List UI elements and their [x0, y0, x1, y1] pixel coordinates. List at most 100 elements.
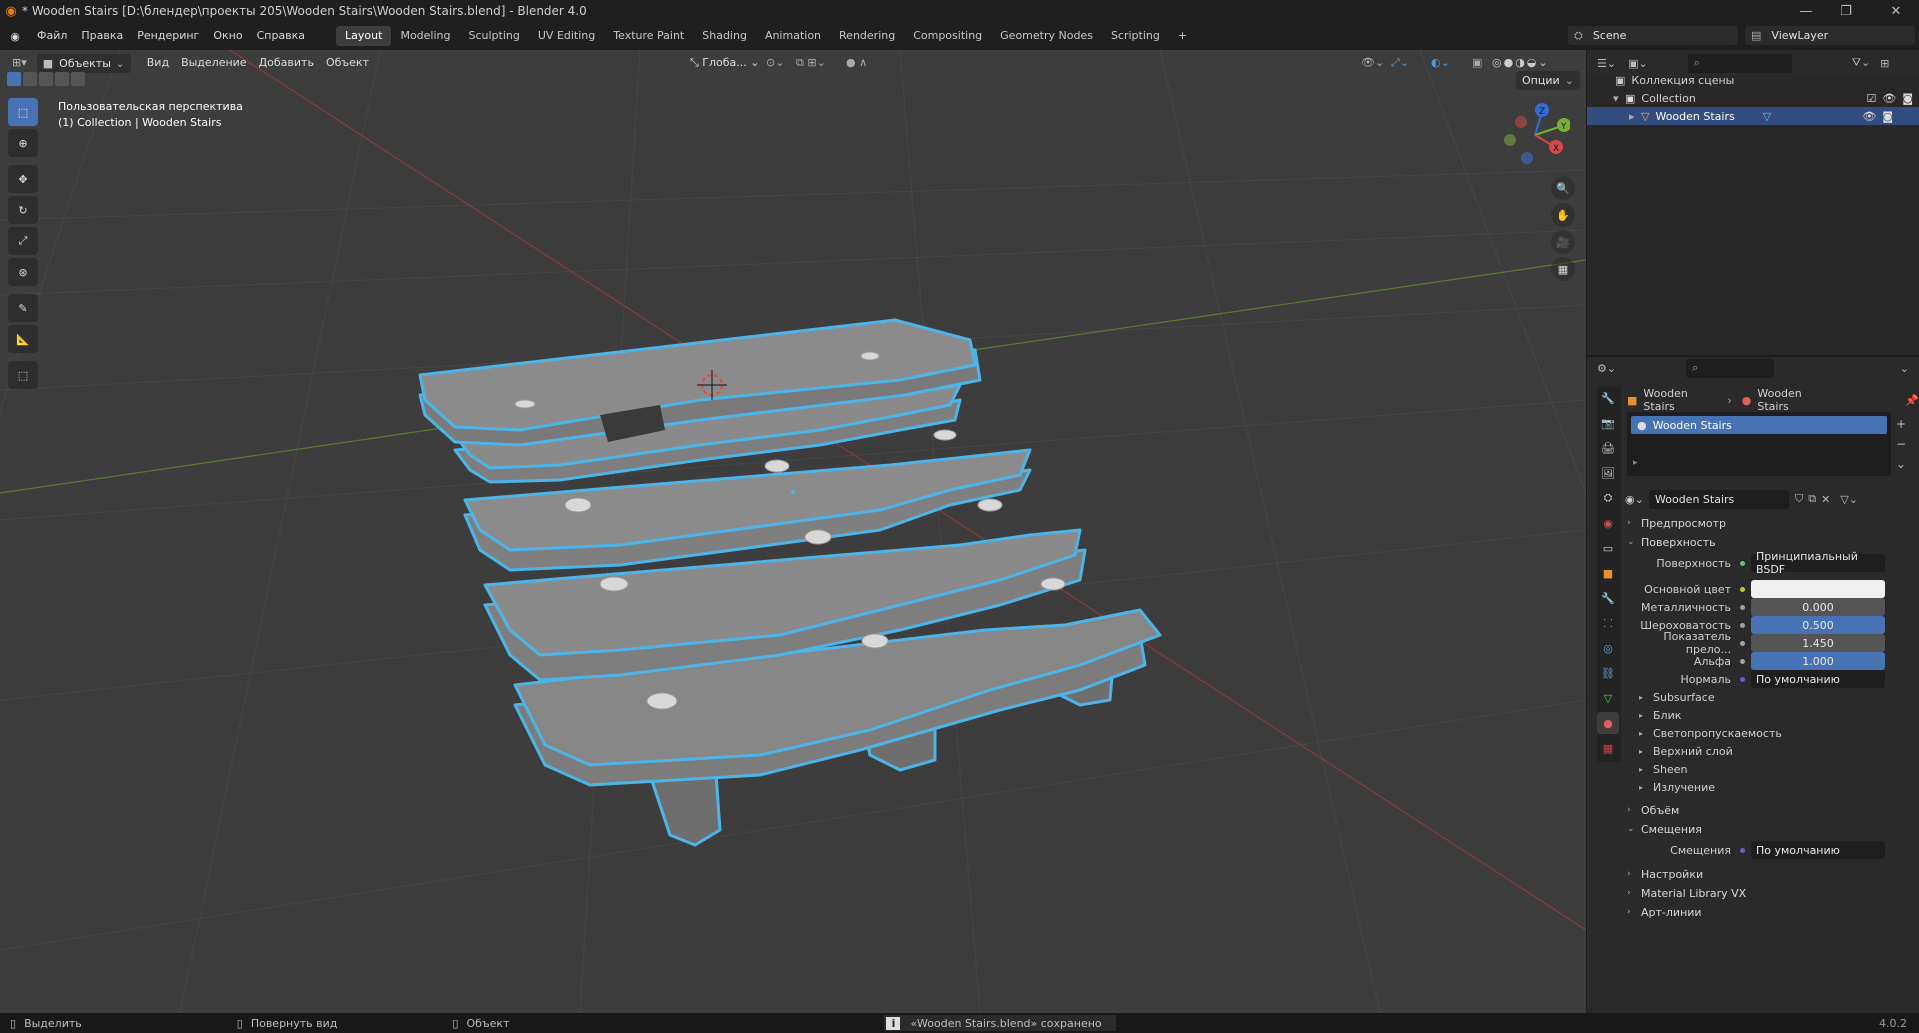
subpanel-subsurface[interactable]: ▸ Subsurface — [1639, 688, 1715, 706]
scene-selector[interactable]: ⛭ Scene — [1568, 26, 1738, 45]
alpha-field[interactable]: 1.000 — [1751, 652, 1885, 670]
outliner-item-collection[interactable]: ▾ ▣ Collection ☑ 👁 ◙ — [1613, 89, 1913, 107]
mode-selector[interactable]: ■ Объекты ⌄ — [36, 53, 131, 73]
tab-texture-paint[interactable]: Texture Paint — [604, 26, 693, 46]
minimize-icon[interactable]: — — [1786, 0, 1826, 22]
material-slot-list[interactable]: ● Wooden Stairs ▸ — [1627, 412, 1891, 476]
menu-add[interactable]: Добавить — [253, 52, 320, 74]
maximize-icon[interactable]: ❐ — [1826, 0, 1866, 22]
output-tab-icon[interactable]: 🖨 — [1597, 437, 1619, 459]
menu-select[interactable]: Выделение — [175, 52, 253, 74]
filter-icon[interactable]: ⛛⌄ — [1852, 56, 1870, 70]
mesh-data-tab-icon[interactable]: ▽ — [1597, 687, 1619, 709]
navigation-gizmo[interactable]: Z Y X — [1500, 100, 1570, 170]
physics-tab-icon[interactable]: ◎ — [1597, 637, 1619, 659]
add-cube-tool-icon[interactable]: ⬚ — [8, 361, 38, 389]
select-extend-icon[interactable] — [23, 72, 37, 86]
remove-slot-icon[interactable]: − — [1896, 434, 1906, 454]
scene-tab-icon[interactable]: ⛭ — [1597, 487, 1619, 509]
section-settings[interactable]: › Настройки — [1627, 864, 1919, 884]
3d-viewport[interactable]: ⊞▾ ■ Объекты ⌄ Вид Выделение Добавить Об… — [0, 50, 1586, 1013]
section-line-art[interactable]: › Арт-линии — [1627, 902, 1919, 922]
select-subtract-icon[interactable] — [39, 72, 53, 86]
annotate-tool-icon[interactable]: ✎ — [8, 294, 38, 322]
menu-help[interactable]: Справка — [250, 23, 312, 49]
subpanel-transmission[interactable]: ▸ Светопропускаемость — [1639, 724, 1782, 742]
fake-user-icon[interactable]: ⛉ — [1795, 492, 1803, 506]
menu-file[interactable]: Файл — [30, 23, 74, 49]
tab-layout[interactable]: Layout — [336, 26, 392, 46]
blender-menu-icon[interactable]: ◉ — [0, 30, 30, 43]
select-intersect-icon[interactable] — [71, 72, 85, 86]
surface-shader-field[interactable]: Принципиальный BSDF — [1751, 550, 1885, 576]
select-new-icon[interactable] — [7, 72, 21, 86]
subpanel-specular[interactable]: ▸ Блик — [1639, 706, 1681, 724]
section-preview[interactable]: › Предпросмотр — [1627, 513, 1919, 533]
tab-shading[interactable]: Shading — [693, 26, 756, 46]
displacement-field[interactable]: По умолчанию — [1751, 841, 1885, 859]
constraints-tab-icon[interactable]: ⛓ — [1597, 662, 1619, 684]
roughness-field[interactable]: 0.500 — [1751, 616, 1885, 634]
pin-icon[interactable]: 📌 — [1905, 394, 1919, 407]
socket-icon[interactable] — [1737, 656, 1747, 666]
slot-specials-icon[interactable]: ⌄ — [1896, 454, 1906, 474]
measure-tool-icon[interactable]: 📐 — [8, 325, 38, 353]
expand-arrow-icon[interactable]: ▸ — [1633, 458, 1638, 468]
zoom-icon[interactable]: 🔍 — [1551, 176, 1575, 200]
subpanel-emission[interactable]: ▸ Излучение — [1639, 778, 1715, 796]
outliner-item-wooden-stairs[interactable]: ▸ ▽ Wooden Stairs ▽ 👁 ◙ — [1587, 107, 1919, 125]
section-volume[interactable]: › Объём — [1627, 800, 1919, 820]
socket-icon[interactable] — [1737, 845, 1747, 855]
subpanel-coat[interactable]: ▸ Верхний слой — [1639, 742, 1733, 760]
menu-render[interactable]: Рендеринг — [130, 23, 206, 49]
new-collection-icon[interactable]: ⊞ — [1880, 57, 1889, 70]
checkbox-icon[interactable]: ☑ — [1866, 92, 1876, 105]
outliner-scene-collection[interactable]: ▣ Коллекция сцены — [1615, 71, 1734, 89]
collection-tab-icon[interactable]: ▭ — [1597, 537, 1619, 559]
material-tab-icon[interactable]: ● — [1597, 712, 1619, 734]
add-workspace-icon[interactable]: + — [1169, 26, 1196, 46]
pan-hand-icon[interactable]: ✋ — [1551, 203, 1575, 227]
normal-field[interactable]: По умолчанию — [1751, 670, 1885, 688]
metallic-field[interactable]: 0.000 — [1751, 598, 1885, 616]
object-tab-icon[interactable]: ■ — [1597, 562, 1619, 584]
transform-tool-icon[interactable]: ⊛ — [8, 258, 38, 286]
material-slot-item[interactable]: ● Wooden Stairs — [1631, 416, 1887, 434]
tab-geometry-nodes[interactable]: Geometry Nodes — [991, 26, 1102, 46]
menu-edit[interactable]: Правка — [74, 23, 130, 49]
socket-icon[interactable] — [1737, 584, 1747, 594]
world-tab-icon[interactable]: ◉ — [1597, 512, 1619, 534]
move-tool-icon[interactable]: ✥ — [8, 165, 38, 193]
ior-field[interactable]: 1.450 — [1751, 634, 1885, 652]
subpanel-sheen[interactable]: ▸ Sheen — [1639, 760, 1687, 778]
close-icon[interactable]: ✕ — [1876, 0, 1916, 22]
add-slot-icon[interactable]: + — [1896, 414, 1906, 434]
section-material-library[interactable]: › Material Library VX — [1627, 883, 1919, 903]
outliner-editor-icon[interactable]: ☰⌄ — [1597, 57, 1616, 70]
texture-tab-icon[interactable]: ▦ — [1597, 737, 1619, 759]
base-color-swatch[interactable] — [1751, 580, 1885, 598]
editor-type-icon[interactable]: ⊞▾ — [6, 52, 33, 74]
socket-icon[interactable] — [1737, 558, 1747, 568]
viewport-scene[interactable] — [0, 50, 1586, 1013]
outliner-search-input[interactable]: ⌕ — [1687, 53, 1792, 73]
rotate-tool-icon[interactable]: ↻ — [8, 196, 38, 224]
tab-sculpting[interactable]: Sculpting — [460, 26, 529, 46]
display-mode-icon[interactable]: ▣⌄ — [1628, 57, 1648, 70]
properties-editor-icon[interactable]: ⚙⌄ — [1597, 362, 1616, 375]
expand-arrow-icon[interactable]: ▾ — [1613, 92, 1625, 105]
view-layer-selector[interactable]: ▤ ViewLayer — [1745, 26, 1915, 45]
socket-icon[interactable] — [1737, 602, 1747, 612]
socket-icon[interactable] — [1737, 674, 1747, 684]
section-displacement[interactable]: ⌄ Смещения — [1627, 819, 1919, 839]
tab-animation[interactable]: Animation — [756, 26, 830, 46]
transform-orientation-dropdown[interactable]: ⤡ Глоба... ⌄ — [684, 52, 766, 74]
socket-icon[interactable] — [1737, 638, 1747, 648]
snap-icon[interactable]: ⧉ ⊞⌄ — [790, 52, 832, 74]
eye-icon[interactable]: 👁 — [1882, 92, 1896, 105]
tab-scripting[interactable]: Scripting — [1102, 26, 1169, 46]
eye-icon[interactable]: 👁 — [1862, 110, 1876, 123]
proportional-edit-icon[interactable]: ● ∧ — [840, 52, 873, 74]
render-tab-icon[interactable]: 📷 — [1597, 412, 1619, 434]
menu-object[interactable]: Объект — [320, 52, 375, 74]
